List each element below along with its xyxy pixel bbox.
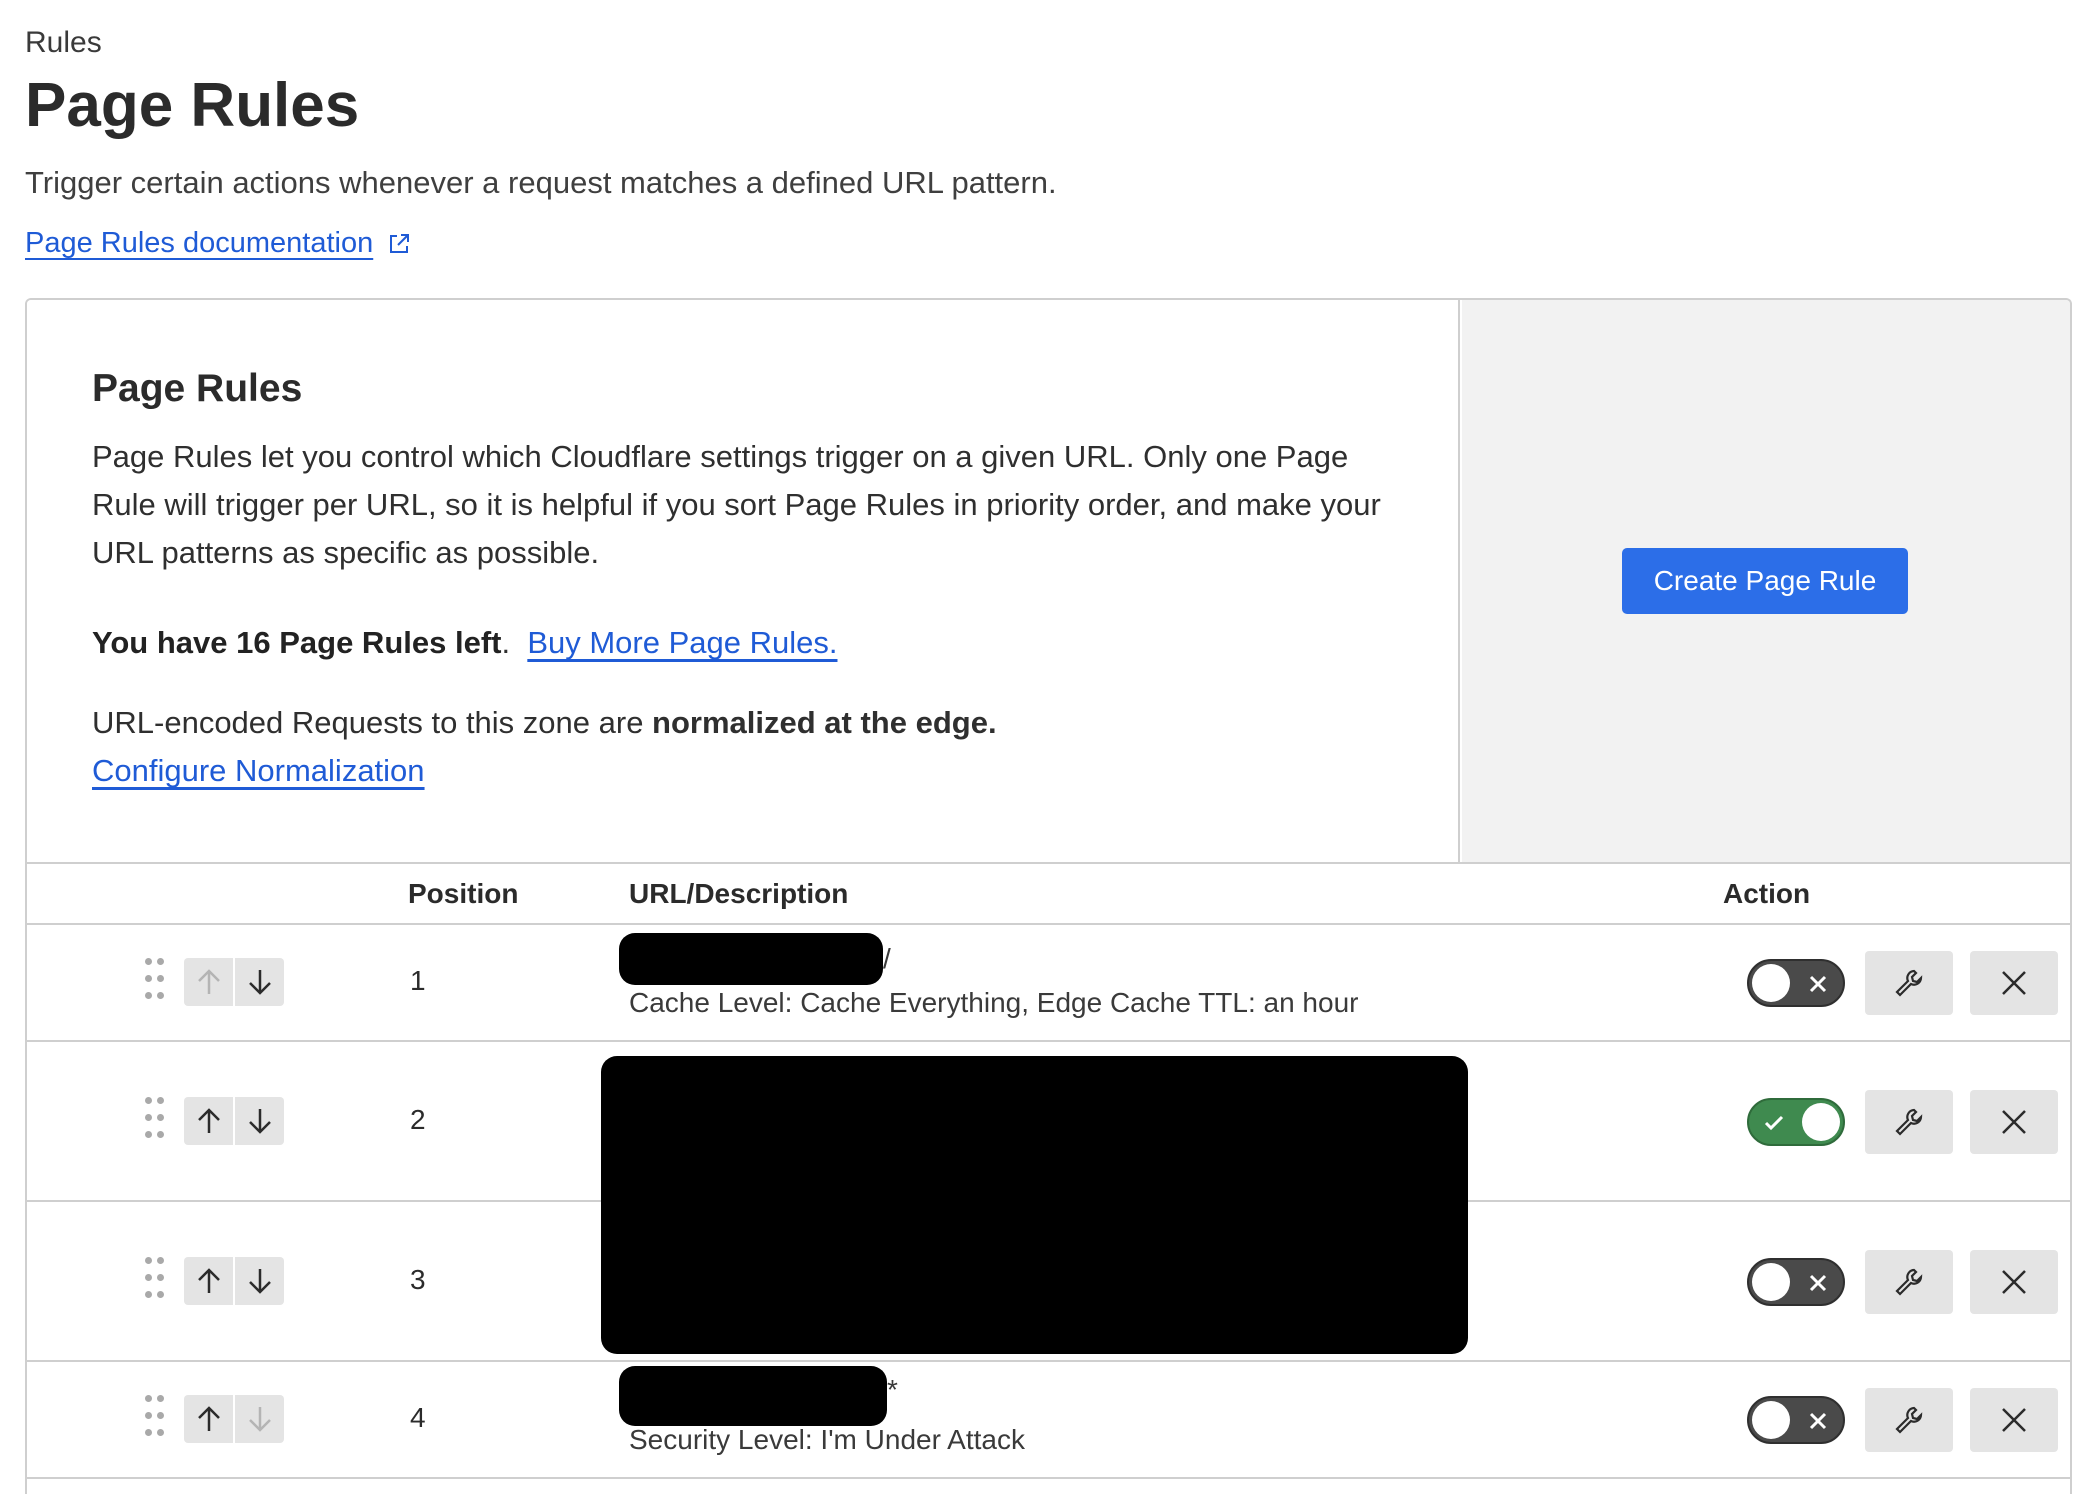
panel-description: Page Rules let you control which Cloudfl… bbox=[92, 439, 1381, 570]
arrow-down-icon bbox=[248, 1407, 271, 1432]
table-row: 4 * Security Level: I'm Under Attack bbox=[27, 1362, 2070, 1479]
move-up-button[interactable] bbox=[184, 1257, 233, 1305]
arrow-up-icon bbox=[197, 969, 220, 994]
redacted-url bbox=[619, 933, 883, 985]
table-row: 1 / Cache Level: Cache Everything, Edge … bbox=[27, 925, 2070, 1042]
move-down-button[interactable] bbox=[235, 1395, 284, 1443]
rule-position: 1 bbox=[410, 965, 426, 996]
move-up-button[interactable] bbox=[184, 1395, 233, 1443]
close-icon bbox=[2002, 1110, 2026, 1134]
page-subtitle: Trigger certain actions whenever a reque… bbox=[25, 165, 1057, 200]
documentation-link-label: Page Rules documentation bbox=[25, 227, 374, 259]
edit-rule-button[interactable] bbox=[1865, 951, 1953, 1015]
drag-handle-icon[interactable] bbox=[145, 1097, 169, 1139]
close-icon bbox=[2002, 1270, 2026, 1294]
move-down-button[interactable] bbox=[235, 1257, 284, 1305]
rule-enabled-toggle[interactable] bbox=[1747, 959, 1845, 1007]
delete-rule-button[interactable] bbox=[1970, 1250, 2058, 1314]
move-down-button[interactable] bbox=[235, 958, 284, 1006]
rule-enabled-toggle[interactable] bbox=[1747, 1396, 1845, 1444]
normalization-text: URL-encoded Requests to this zone are no… bbox=[92, 705, 997, 741]
wrench-icon bbox=[1895, 1268, 1923, 1296]
rule-enabled-toggle[interactable] bbox=[1747, 1098, 1845, 1146]
reorder-controls bbox=[184, 1395, 284, 1443]
reorder-controls bbox=[184, 1257, 284, 1305]
rules-left-text: You have 16 Page Rules left bbox=[92, 625, 502, 660]
create-rule-panel: Create Page Rule bbox=[1462, 300, 2070, 862]
header-url-description: URL/Description bbox=[629, 878, 849, 909]
rule-position: 2 bbox=[410, 1104, 426, 1135]
documentation-link[interactable]: Page Rules documentation bbox=[25, 227, 411, 260]
edit-rule-button[interactable] bbox=[1865, 1250, 1953, 1314]
rule-enabled-toggle[interactable] bbox=[1747, 1258, 1845, 1306]
create-page-rule-button[interactable]: Create Page Rule bbox=[1622, 548, 1908, 614]
reorder-controls bbox=[184, 1097, 284, 1145]
wrench-icon bbox=[1895, 969, 1923, 997]
delete-rule-button[interactable] bbox=[1970, 1090, 2058, 1154]
page-rules-summary: Page Rules Page Rules let you control wh… bbox=[27, 300, 2070, 864]
x-icon bbox=[1809, 975, 1827, 993]
arrow-up-icon bbox=[197, 1406, 220, 1431]
x-icon bbox=[1809, 1412, 1827, 1430]
panel-heading: Page Rules bbox=[92, 367, 303, 410]
move-down-button[interactable] bbox=[235, 1097, 284, 1145]
rule-url-suffix: * bbox=[887, 1374, 898, 1405]
drag-handle-icon[interactable] bbox=[145, 1257, 169, 1299]
page-rules-card: Page Rules Page Rules let you control wh… bbox=[25, 298, 2072, 1494]
rule-description: Cache Level: Cache Everything, Edge Cach… bbox=[629, 987, 1359, 1018]
move-up-button[interactable] bbox=[184, 1097, 233, 1145]
header-position: Position bbox=[408, 878, 519, 909]
rule-description: Security Level: I'm Under Attack bbox=[629, 1424, 1025, 1455]
reorder-controls bbox=[184, 958, 284, 1006]
breadcrumb: Rules bbox=[25, 26, 102, 59]
rule-position: 4 bbox=[410, 1402, 426, 1433]
drag-handle-icon[interactable] bbox=[145, 958, 169, 1000]
rules-left-period: . bbox=[501, 625, 511, 660]
arrow-down-icon bbox=[248, 970, 271, 995]
move-up-button[interactable] bbox=[184, 958, 233, 1006]
drag-handle-icon[interactable] bbox=[145, 1395, 169, 1437]
delete-rule-button[interactable] bbox=[1970, 951, 2058, 1015]
delete-rule-button[interactable] bbox=[1970, 1388, 2058, 1452]
buy-more-link[interactable]: Buy More Page Rules. bbox=[527, 625, 837, 660]
configure-normalization-link[interactable]: Configure Normalization bbox=[92, 753, 425, 788]
external-link-icon bbox=[390, 233, 410, 253]
arrow-down-icon bbox=[248, 1109, 271, 1134]
arrow-up-icon bbox=[197, 1268, 220, 1293]
edit-rule-button[interactable] bbox=[1865, 1388, 1953, 1452]
close-icon bbox=[2002, 1408, 2026, 1432]
normalization-prefix: URL-encoded Requests to this zone are bbox=[92, 705, 653, 740]
edit-rule-button[interactable] bbox=[1865, 1090, 1953, 1154]
redacted-url bbox=[619, 1366, 887, 1426]
check-icon bbox=[1764, 1115, 1784, 1131]
x-icon bbox=[1809, 1274, 1827, 1292]
arrow-up-icon bbox=[197, 1108, 220, 1133]
page-title: Page Rules bbox=[25, 71, 360, 140]
page-rules-info: Page Rules Page Rules let you control wh… bbox=[27, 300, 1460, 862]
table-header: Position URL/Description Action bbox=[27, 864, 2070, 925]
close-icon bbox=[2002, 971, 2026, 995]
rule-url-suffix: / bbox=[883, 943, 891, 974]
header-action: Action bbox=[1723, 878, 1811, 909]
arrow-down-icon bbox=[248, 1269, 271, 1294]
wrench-icon bbox=[1895, 1406, 1923, 1434]
rule-position: 3 bbox=[410, 1264, 426, 1295]
rules-left-line: You have 16 Page Rules left. Buy More Pa… bbox=[92, 625, 837, 661]
normalization-bold: normalized at the edge. bbox=[652, 705, 997, 740]
redacted-content bbox=[601, 1056, 1468, 1354]
wrench-icon bbox=[1895, 1108, 1923, 1136]
